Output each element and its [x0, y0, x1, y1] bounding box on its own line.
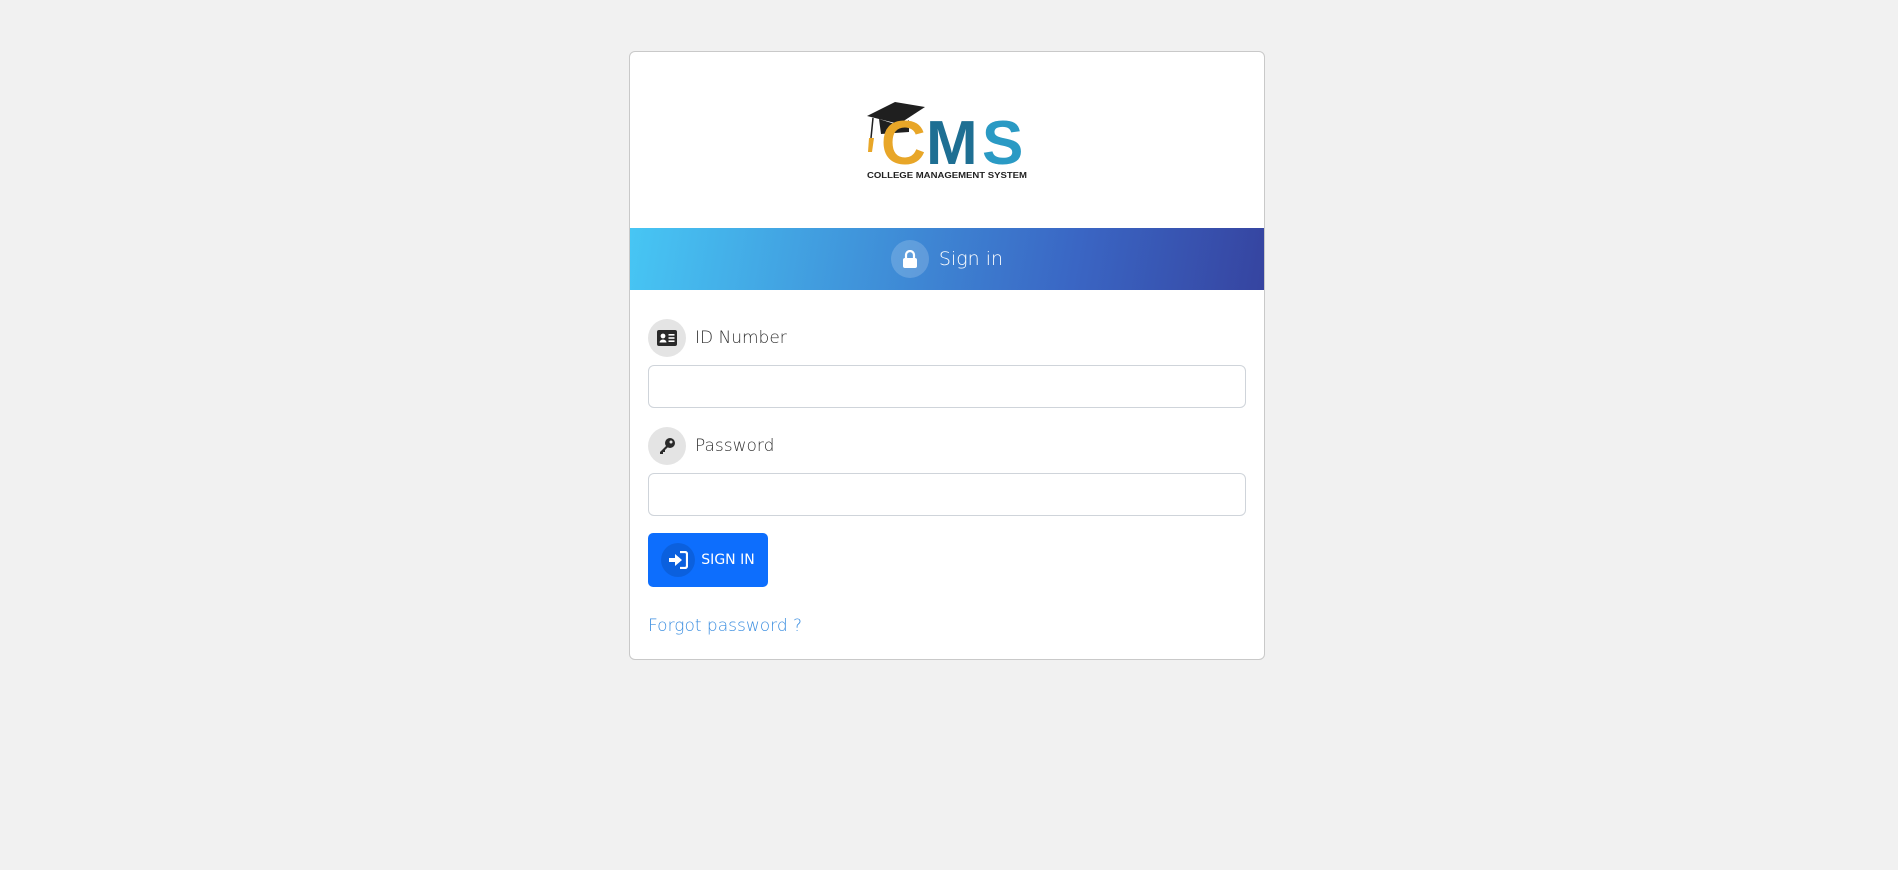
logo-letter-c: C [881, 109, 926, 178]
id-number-label-row: ID Number [648, 319, 787, 357]
forgot-password-link[interactable]: Forgot password ? [648, 616, 802, 636]
logo-letter-s: S [982, 109, 1023, 178]
id-card-icon [648, 319, 686, 357]
cms-logo: C M S COLLEGE MANAGEMENT SYSTEM [865, 94, 1035, 184]
logo-area: C M S COLLEGE MANAGEMENT SYSTEM [630, 52, 1264, 228]
password-label-row: Password [648, 427, 774, 465]
password-input[interactable] [648, 473, 1246, 516]
password-label: Password [695, 436, 775, 456]
login-card: C M S COLLEGE MANAGEMENT SYSTEM Sign in [629, 51, 1265, 660]
id-number-input[interactable] [648, 365, 1246, 408]
sign-in-icon [661, 543, 696, 577]
sign-in-button-label: SIGN IN [701, 552, 755, 568]
signin-header: Sign in [630, 228, 1264, 290]
signin-title: Sign in [938, 248, 1004, 270]
key-icon [648, 427, 686, 465]
logo-letter-m: M [926, 109, 978, 178]
sign-in-button[interactable]: SIGN IN [648, 533, 768, 587]
id-number-label: ID Number [695, 328, 787, 348]
logo-tagline: COLLEGE MANAGEMENT SYSTEM [867, 170, 1027, 180]
lock-icon [890, 240, 929, 278]
